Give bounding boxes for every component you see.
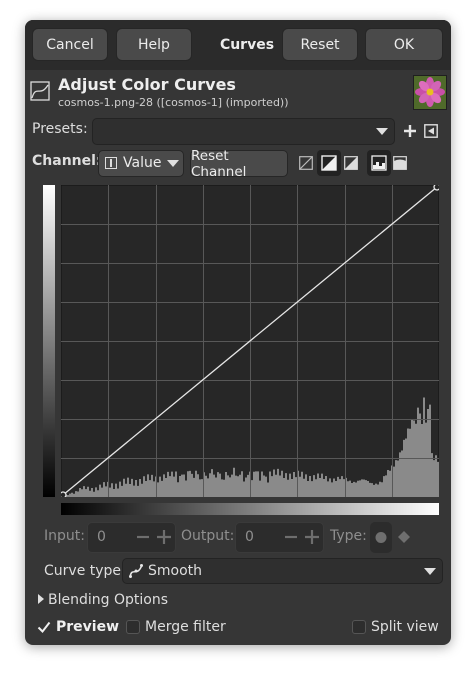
presets-combo[interactable]: [92, 118, 395, 145]
merge-filter-label[interactable]: Merge filter: [145, 619, 226, 635]
input-gradient-bar: [61, 503, 439, 515]
smooth-curve-icon: [129, 564, 143, 578]
input-label: Input:: [44, 528, 85, 544]
image-subtitle: cosmos-1.png-28 ([cosmos-1] (imported)): [58, 96, 289, 109]
curve-point-end[interactable]: [433, 183, 441, 191]
plus-icon[interactable]: [156, 528, 172, 546]
reset-channel-button[interactable]: Reset Channel: [190, 148, 288, 180]
input-value[interactable]: 0: [97, 529, 106, 545]
curve-type-label: Curve type:: [44, 563, 126, 579]
channel-label: Channel:: [32, 153, 102, 169]
channel-combo[interactable]: Value: [98, 150, 184, 177]
curve-point-start[interactable]: [59, 491, 67, 499]
blending-options-expander[interactable]: Blending Options: [48, 592, 168, 608]
menu-triangle-icon[interactable]: [424, 124, 438, 138]
plus-icon[interactable]: [402, 122, 418, 140]
header-bar: Cancel Help Curves Reset OK: [25, 20, 451, 70]
log-histogram-toggle[interactable]: [317, 150, 341, 176]
dialog-heading: Adjust Color Curves: [58, 75, 236, 94]
curves-icon: [30, 80, 50, 102]
curves-dialog: Cancel Help Curves Reset OK Adjust Color…: [25, 20, 451, 645]
smooth-point-toggle[interactable]: [370, 522, 392, 553]
merge-filter-checkbox[interactable]: [126, 620, 140, 634]
input-spinbutton[interactable]: 0: [87, 522, 176, 553]
ok-button[interactable]: OK: [365, 28, 443, 61]
curves-graph[interactable]: [59, 183, 441, 499]
minus-icon[interactable]: [135, 528, 151, 546]
linear-scale-toggle[interactable]: [367, 150, 391, 176]
chevron-down-icon: [376, 128, 388, 135]
linear-histogram-icon[interactable]: [299, 156, 313, 170]
log-scale-icon[interactable]: [393, 156, 407, 170]
curves-graph-svg[interactable]: [59, 183, 441, 499]
corner-point-icon[interactable]: [397, 529, 411, 545]
type-label: Type:: [330, 528, 367, 544]
check-icon[interactable]: [37, 620, 51, 634]
help-button[interactable]: Help: [116, 28, 192, 61]
split-view-label[interactable]: Split view: [371, 619, 439, 635]
curve-type-combo[interactable]: Smooth: [122, 558, 443, 584]
chevron-down-icon: [424, 568, 436, 575]
chevron-down-icon: [167, 160, 179, 167]
output-spinbutton[interactable]: 0: [235, 522, 324, 553]
preview-checkbox-label[interactable]: Preview: [56, 619, 119, 635]
split-view-checkbox[interactable]: [352, 620, 366, 634]
curve-type-value: Smooth: [148, 563, 203, 579]
plus-icon[interactable]: [304, 528, 320, 546]
dialog-title: Curves: [219, 36, 275, 53]
presets-label: Presets:: [32, 121, 88, 137]
output-label: Output:: [181, 528, 235, 544]
reset-button[interactable]: Reset: [282, 28, 358, 61]
value-channel-icon: [105, 157, 117, 169]
invert-icon[interactable]: [344, 156, 358, 170]
output-gradient-bar: [43, 185, 55, 497]
channel-value: Value: [123, 155, 162, 171]
cancel-button[interactable]: Cancel: [32, 28, 108, 61]
minus-icon[interactable]: [283, 528, 299, 546]
expander-triangle-icon[interactable]: [36, 593, 46, 605]
flower-thumbnail: [413, 75, 447, 110]
output-value[interactable]: 0: [245, 529, 254, 545]
